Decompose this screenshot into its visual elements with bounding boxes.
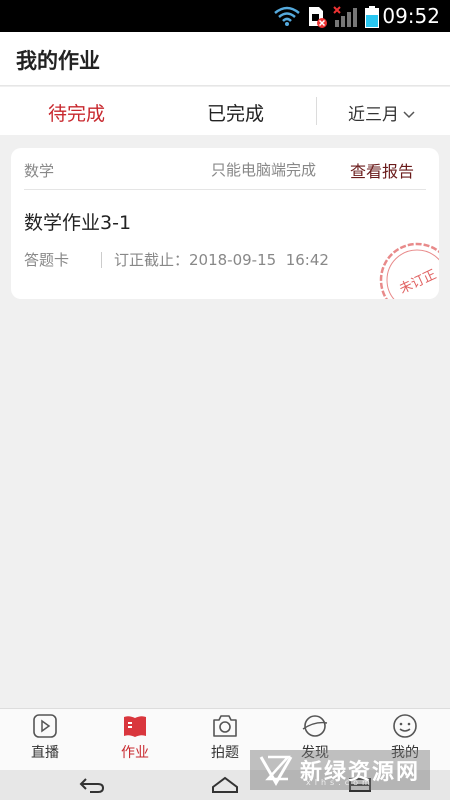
tab-divider — [316, 97, 317, 125]
sim-card-icon — [306, 6, 328, 32]
time-filter-dropdown[interactable]: 近三月 — [348, 100, 415, 125]
status-bar: 09:52 — [0, 0, 450, 32]
wifi-icon — [274, 6, 300, 30]
app-header: 我的作业 — [0, 32, 450, 86]
home-icon[interactable] — [211, 775, 239, 795]
answer-card-link[interactable]: 答题卡 — [24, 249, 69, 270]
tab-done[interactable]: 已完成 — [207, 99, 264, 126]
clock: 09:52 — [382, 4, 440, 28]
nav-homework[interactable]: 作业 — [90, 713, 180, 762]
nav-homework-label: 作业 — [121, 745, 149, 761]
view-report-link[interactable]: 查看报告 — [350, 158, 414, 182]
watermark-logo-icon — [259, 755, 293, 786]
camera-icon — [213, 715, 237, 737]
tab-todo[interactable]: 待完成 — [48, 99, 105, 126]
meta-divider — [101, 252, 102, 268]
page-title: 我的作业 — [16, 49, 100, 73]
battery-icon — [364, 6, 380, 32]
back-icon[interactable] — [78, 775, 106, 795]
deadline-text: 订正截止：2018-09-15 16:42 — [114, 251, 329, 269]
smiley-icon — [393, 714, 417, 738]
nav-live-label: 直播 — [31, 745, 59, 761]
card-divider — [24, 189, 426, 190]
watermark-subtext: xlhs.com — [306, 778, 374, 787]
uncorrected-stamp: 未订正 — [377, 240, 439, 299]
chevron-down-icon — [403, 111, 415, 119]
watermark: 新绿资源网 xlhs.com — [250, 750, 430, 790]
homework-title: 数学作业3-1 — [24, 212, 132, 234]
homework-card[interactable]: 数学 只能电脑端完成 查看报告 数学作业3-1 答题卡 订正截止：2018-09… — [11, 148, 439, 299]
play-video-icon — [33, 714, 57, 738]
signal-icon — [333, 6, 359, 32]
time-filter-label: 近三月 — [348, 105, 399, 125]
subject-label: 数学 — [24, 162, 55, 180]
tab-bar: 待完成 已完成 近三月 — [0, 87, 450, 135]
pc-only-note: 只能电脑端完成 — [211, 161, 317, 179]
planet-icon — [302, 715, 328, 737]
book-icon — [124, 716, 146, 737]
nav-live[interactable]: 直播 — [0, 713, 90, 762]
stamp-text: 未订正 — [397, 267, 439, 297]
